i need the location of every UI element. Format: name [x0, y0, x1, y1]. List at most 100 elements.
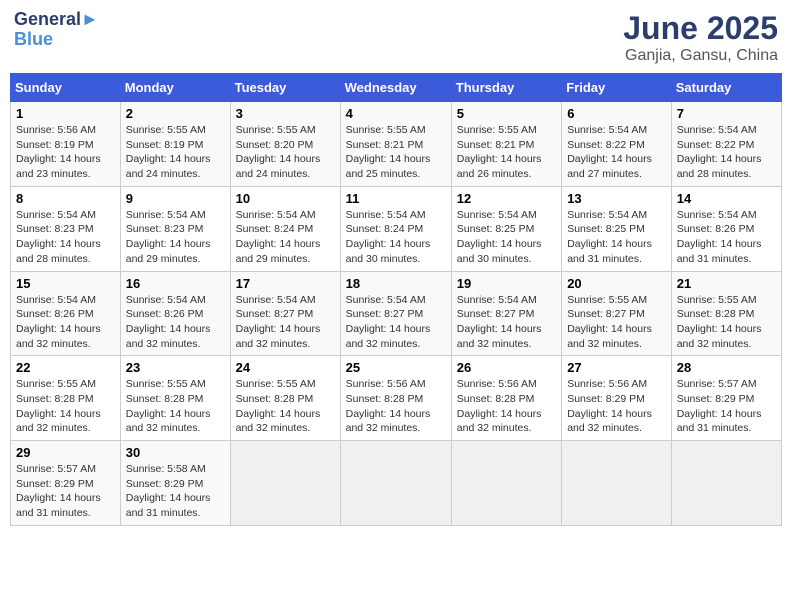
calendar-day-cell: 21 Sunrise: 5:55 AM Sunset: 8:28 PM Dayli… [671, 271, 781, 356]
weekday-header: Friday [562, 74, 672, 102]
day-info: Sunrise: 5:58 AM Sunset: 8:29 PM Dayligh… [126, 462, 225, 521]
calendar-day-cell: 19 Sunrise: 5:54 AM Sunset: 8:27 PM Dayli… [451, 271, 561, 356]
calendar-day-cell: 30 Sunrise: 5:58 AM Sunset: 8:29 PM Dayli… [120, 441, 230, 526]
calendar-day-cell: 16 Sunrise: 5:54 AM Sunset: 8:26 PM Dayli… [120, 271, 230, 356]
day-info: Sunrise: 5:55 AM Sunset: 8:28 PM Dayligh… [126, 377, 225, 436]
day-number: 1 [16, 106, 115, 121]
calendar-week-row: 22 Sunrise: 5:55 AM Sunset: 8:28 PM Dayli… [11, 356, 782, 441]
day-info: Sunrise: 5:55 AM Sunset: 8:19 PM Dayligh… [126, 123, 225, 182]
weekday-header: Thursday [451, 74, 561, 102]
calendar-day-cell [451, 441, 561, 526]
day-number: 22 [16, 360, 115, 375]
day-info: Sunrise: 5:55 AM Sunset: 8:28 PM Dayligh… [236, 377, 335, 436]
calendar-week-row: 29 Sunrise: 5:57 AM Sunset: 8:29 PM Dayli… [11, 441, 782, 526]
day-info: Sunrise: 5:54 AM Sunset: 8:27 PM Dayligh… [457, 293, 556, 352]
page-subtitle: Ganjia, Gansu, China [623, 47, 778, 65]
weekday-header: Tuesday [230, 74, 340, 102]
day-number: 8 [16, 191, 115, 206]
day-info: Sunrise: 5:54 AM Sunset: 8:23 PM Dayligh… [16, 208, 115, 267]
day-info: Sunrise: 5:54 AM Sunset: 8:26 PM Dayligh… [677, 208, 776, 267]
day-info: Sunrise: 5:55 AM Sunset: 8:21 PM Dayligh… [457, 123, 556, 182]
day-info: Sunrise: 5:54 AM Sunset: 8:27 PM Dayligh… [236, 293, 335, 352]
day-info: Sunrise: 5:54 AM Sunset: 8:27 PM Dayligh… [346, 293, 446, 352]
calendar-day-cell: 6 Sunrise: 5:54 AM Sunset: 8:22 PM Daylig… [562, 102, 672, 187]
day-number: 16 [126, 276, 225, 291]
day-number: 13 [567, 191, 666, 206]
day-info: Sunrise: 5:56 AM Sunset: 8:19 PM Dayligh… [16, 123, 115, 182]
calendar-day-cell: 14Sunrise: 5:54 AM Sunset: 8:26 PM Dayli… [671, 186, 781, 271]
day-number: 15 [16, 276, 115, 291]
day-number: 10 [236, 191, 335, 206]
day-number: 28 [677, 360, 776, 375]
calendar-day-cell: 29 Sunrise: 5:57 AM Sunset: 8:29 PM Dayli… [11, 441, 121, 526]
calendar-day-cell: 26 Sunrise: 5:56 AM Sunset: 8:28 PM Dayli… [451, 356, 561, 441]
day-info: Sunrise: 5:54 AM Sunset: 8:23 PM Dayligh… [126, 208, 225, 267]
day-number: 4 [346, 106, 446, 121]
day-number: 5 [457, 106, 556, 121]
calendar-day-cell [671, 441, 781, 526]
calendar-day-cell: 10 Sunrise: 5:54 AM Sunset: 8:24 PM Dayli… [230, 186, 340, 271]
day-number: 23 [126, 360, 225, 375]
calendar-day-cell: 18 Sunrise: 5:54 AM Sunset: 8:27 PM Dayli… [340, 271, 451, 356]
day-number: 9 [126, 191, 225, 206]
calendar-table: SundayMondayTuesdayWednesdayThursdayFrid… [10, 73, 782, 526]
day-number: 19 [457, 276, 556, 291]
calendar-day-cell: 25 Sunrise: 5:56 AM Sunset: 8:28 PM Dayli… [340, 356, 451, 441]
calendar-day-cell: 15 Sunrise: 5:54 AM Sunset: 8:26 PM Dayli… [11, 271, 121, 356]
day-number: 30 [126, 445, 225, 460]
day-info: Sunrise: 5:54 AM Sunset: 8:22 PM Dayligh… [677, 123, 776, 182]
day-info: Sunrise: 5:55 AM Sunset: 8:28 PM Dayligh… [16, 377, 115, 436]
day-number: 7 [677, 106, 776, 121]
logo-blue: Blue [14, 30, 99, 50]
calendar-day-cell [562, 441, 672, 526]
calendar-day-cell: 20 Sunrise: 5:55 AM Sunset: 8:27 PM Dayli… [562, 271, 672, 356]
day-info: Sunrise: 5:56 AM Sunset: 8:28 PM Dayligh… [346, 377, 446, 436]
day-info: Sunrise: 5:56 AM Sunset: 8:29 PM Dayligh… [567, 377, 666, 436]
calendar-day-cell [230, 441, 340, 526]
calendar-week-row: 8 Sunrise: 5:54 AM Sunset: 8:23 PM Daylig… [11, 186, 782, 271]
calendar-day-cell: 7 Sunrise: 5:54 AM Sunset: 8:22 PM Daylig… [671, 102, 781, 187]
calendar-day-cell: 23 Sunrise: 5:55 AM Sunset: 8:28 PM Dayli… [120, 356, 230, 441]
day-number: 12 [457, 191, 556, 206]
calendar-day-cell: 4 Sunrise: 5:55 AM Sunset: 8:21 PM Daylig… [340, 102, 451, 187]
calendar-day-cell: 8 Sunrise: 5:54 AM Sunset: 8:23 PM Daylig… [11, 186, 121, 271]
calendar-day-cell: 5 Sunrise: 5:55 AM Sunset: 8:21 PM Daylig… [451, 102, 561, 187]
calendar-day-cell: 2Sunrise: 5:55 AM Sunset: 8:19 PM Daylig… [120, 102, 230, 187]
calendar-day-cell: 1 Sunrise: 5:56 AM Sunset: 8:19 PM Daylig… [11, 102, 121, 187]
calendar-day-cell: 22 Sunrise: 5:55 AM Sunset: 8:28 PM Dayli… [11, 356, 121, 441]
day-number: 20 [567, 276, 666, 291]
day-info: Sunrise: 5:57 AM Sunset: 8:29 PM Dayligh… [16, 462, 115, 521]
day-info: Sunrise: 5:54 AM Sunset: 8:22 PM Dayligh… [567, 123, 666, 182]
day-info: Sunrise: 5:56 AM Sunset: 8:28 PM Dayligh… [457, 377, 556, 436]
calendar-day-cell [340, 441, 451, 526]
day-info: Sunrise: 5:55 AM Sunset: 8:20 PM Dayligh… [236, 123, 335, 182]
weekday-header: Wednesday [340, 74, 451, 102]
day-number: 26 [457, 360, 556, 375]
day-number: 27 [567, 360, 666, 375]
weekday-header: Monday [120, 74, 230, 102]
day-number: 29 [16, 445, 115, 460]
day-info: Sunrise: 5:54 AM Sunset: 8:26 PM Dayligh… [126, 293, 225, 352]
calendar-day-cell: 27 Sunrise: 5:56 AM Sunset: 8:29 PM Dayli… [562, 356, 672, 441]
calendar-week-row: 1 Sunrise: 5:56 AM Sunset: 8:19 PM Daylig… [11, 102, 782, 187]
day-number: 6 [567, 106, 666, 121]
page-header: General► Blue June 2025 Ganjia, Gansu, C… [10, 10, 782, 65]
title-block: June 2025 Ganjia, Gansu, China [623, 10, 778, 65]
day-info: Sunrise: 5:54 AM Sunset: 8:26 PM Dayligh… [16, 293, 115, 352]
day-number: 18 [346, 276, 446, 291]
calendar-day-cell: 17 Sunrise: 5:54 AM Sunset: 8:27 PM Dayli… [230, 271, 340, 356]
calendar-day-cell: 28Sunrise: 5:57 AM Sunset: 8:29 PM Dayli… [671, 356, 781, 441]
day-number: 17 [236, 276, 335, 291]
logo: General► Blue [14, 10, 99, 50]
calendar-day-cell: 9 Sunrise: 5:54 AM Sunset: 8:23 PM Daylig… [120, 186, 230, 271]
day-number: 25 [346, 360, 446, 375]
calendar-day-cell: 24Sunrise: 5:55 AM Sunset: 8:28 PM Dayli… [230, 356, 340, 441]
logo-text: General► [14, 10, 99, 30]
day-number: 21 [677, 276, 776, 291]
day-info: Sunrise: 5:55 AM Sunset: 8:28 PM Dayligh… [677, 293, 776, 352]
day-info: Sunrise: 5:54 AM Sunset: 8:24 PM Dayligh… [236, 208, 335, 267]
day-info: Sunrise: 5:55 AM Sunset: 8:21 PM Dayligh… [346, 123, 446, 182]
day-number: 11 [346, 191, 446, 206]
weekday-header: Saturday [671, 74, 781, 102]
day-info: Sunrise: 5:55 AM Sunset: 8:27 PM Dayligh… [567, 293, 666, 352]
